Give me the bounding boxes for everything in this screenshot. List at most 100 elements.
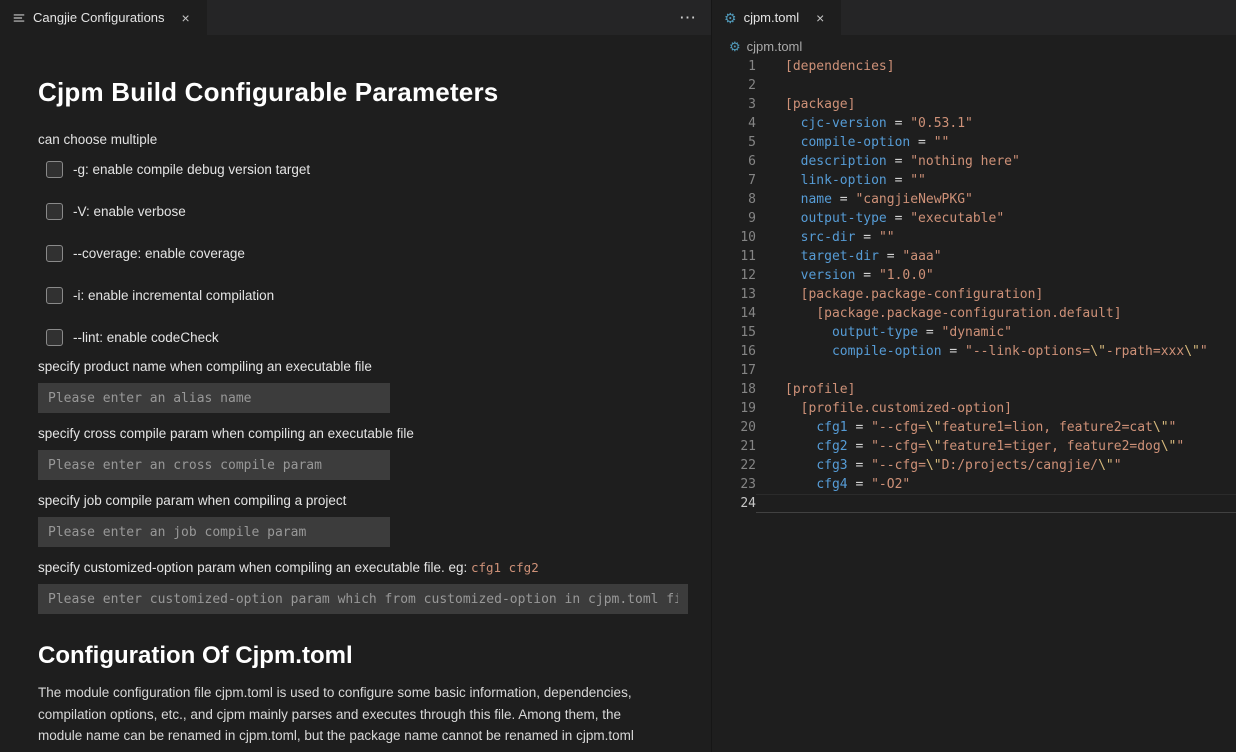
code-text: cfg2 = "--cfg=\"feature1=tiger, feature2…	[756, 437, 1236, 456]
code-text: description = "nothing here"	[756, 152, 1236, 171]
cangjie-configurations-webview: Cjpm Build Configurable Parameters can c…	[0, 35, 711, 752]
code-text: [dependencies]	[756, 57, 1236, 76]
code-line[interactable]: 24	[712, 494, 1236, 513]
line-number: 6	[712, 152, 756, 171]
field-list: specify product name when compiling an e…	[38, 359, 689, 614]
code-line[interactable]: 11 target-dir = "aaa"	[712, 247, 1236, 266]
tab-label: Cangjie Configurations	[33, 10, 165, 25]
close-icon[interactable]: ×	[811, 9, 829, 27]
code-line[interactable]: 3[package]	[712, 95, 1236, 114]
page-title: Cjpm Build Configurable Parameters	[38, 77, 689, 108]
code-text: name = "cangjieNewPKG"	[756, 190, 1236, 209]
gear-icon: ⚙	[724, 11, 737, 25]
code-editor[interactable]: 1[dependencies]23[package]4 cjc-version …	[712, 57, 1236, 752]
close-icon[interactable]: ×	[177, 9, 195, 27]
checkbox-row: --coverage: enable coverage	[46, 244, 689, 262]
code-text: compile-option = "--link-options=\"-rpat…	[756, 342, 1236, 361]
line-number: 13	[712, 285, 756, 304]
code-line[interactable]: 23 cfg4 = "-O2"	[712, 475, 1236, 494]
code-line[interactable]: 13 [package.package-configuration]	[712, 285, 1236, 304]
code-line[interactable]: 16 compile-option = "--link-options=\"-r…	[712, 342, 1236, 361]
checkbox-label: --coverage: enable coverage	[73, 246, 245, 261]
checkbox-list: -g: enable compile debug version target-…	[38, 160, 689, 346]
customized-option-input[interactable]	[38, 584, 688, 614]
left-tabbar: Cangjie Configurations × ⋯	[0, 0, 711, 35]
section-title: Configuration Of Cjpm.toml	[38, 642, 689, 670]
code-text: compile-option = ""	[756, 133, 1236, 152]
line-number: 11	[712, 247, 756, 266]
job-compile-input[interactable]	[38, 517, 390, 547]
product-name-input[interactable]	[38, 383, 390, 413]
breadcrumb[interactable]: ⚙ cjpm.toml	[712, 35, 1236, 57]
code-text: cfg3 = "--cfg=\"D:/projects/cangjie/\""	[756, 456, 1236, 475]
right-tabbar: ⚙ cjpm.toml ×	[712, 0, 1236, 35]
code-lines: 1[dependencies]23[package]4 cjc-version …	[712, 57, 1236, 513]
line-number: 7	[712, 171, 756, 190]
code-line[interactable]: 20 cfg1 = "--cfg=\"feature1=lion, featur…	[712, 418, 1236, 437]
checkbox-row: --lint: enable codeCheck	[46, 328, 689, 346]
code-text	[756, 76, 1236, 95]
breadcrumb-item[interactable]: cjpm.toml	[747, 39, 803, 54]
checkbox-lint[interactable]	[46, 329, 63, 346]
code-text: output-type = "dynamic"	[756, 323, 1236, 342]
inline-code: cfg1 cfg2	[471, 560, 539, 575]
line-number: 14	[712, 304, 756, 323]
multi-select-hint: can choose multiple	[38, 132, 689, 147]
line-number: 17	[712, 361, 756, 380]
code-text	[756, 494, 1236, 513]
line-number: 18	[712, 380, 756, 399]
code-line[interactable]: 12 version = "1.0.0"	[712, 266, 1236, 285]
line-number: 19	[712, 399, 756, 418]
code-line[interactable]: 9 output-type = "executable"	[712, 209, 1236, 228]
code-line[interactable]: 1[dependencies]	[712, 57, 1236, 76]
code-line[interactable]: 5 compile-option = ""	[712, 133, 1236, 152]
line-number: 24	[712, 494, 756, 513]
code-line[interactable]: 15 output-type = "dynamic"	[712, 323, 1236, 342]
line-number: 16	[712, 342, 756, 361]
checkbox-verbose[interactable]	[46, 203, 63, 220]
tab-cangjie-configurations[interactable]: Cangjie Configurations ×	[0, 0, 207, 35]
code-text: [package]	[756, 95, 1236, 114]
code-line[interactable]: 18[profile]	[712, 380, 1236, 399]
checkbox-coverage[interactable]	[46, 245, 63, 262]
code-line[interactable]: 7 link-option = ""	[712, 171, 1236, 190]
tab-cjpm-toml[interactable]: ⚙ cjpm.toml ×	[712, 0, 841, 35]
code-text: cfg4 = "-O2"	[756, 475, 1236, 494]
code-line[interactable]: 14 [package.package-configuration.defaul…	[712, 304, 1236, 323]
cross-compile-input[interactable]	[38, 450, 390, 480]
code-line[interactable]: 2	[712, 76, 1236, 95]
checkbox-row: -V: enable verbose	[46, 202, 689, 220]
code-line[interactable]: 22 cfg3 = "--cfg=\"D:/projects/cangjie/\…	[712, 456, 1236, 475]
code-text: [package.package-configuration.default]	[756, 304, 1236, 323]
line-number: 21	[712, 437, 756, 456]
code-line[interactable]: 19 [profile.customized-option]	[712, 399, 1236, 418]
field-label: specify product name when compiling an e…	[38, 359, 689, 374]
line-number: 20	[712, 418, 756, 437]
checkbox-g[interactable]	[46, 161, 63, 178]
checkbox-incremental[interactable]	[46, 287, 63, 304]
line-number: 22	[712, 456, 756, 475]
code-text: output-type = "executable"	[756, 209, 1236, 228]
more-actions-icon[interactable]: ⋯	[679, 8, 697, 28]
editor-actions: ⋯	[679, 0, 711, 35]
code-line[interactable]: 8 name = "cangjieNewPKG"	[712, 190, 1236, 209]
code-text: [profile]	[756, 380, 1236, 399]
field-label: specify cross compile param when compili…	[38, 426, 689, 441]
line-number: 5	[712, 133, 756, 152]
code-line[interactable]: 6 description = "nothing here"	[712, 152, 1236, 171]
line-number: 9	[712, 209, 756, 228]
line-number: 23	[712, 475, 756, 494]
section-body: The module configuration file cjpm.toml …	[38, 682, 656, 747]
checkbox-label: -V: enable verbose	[73, 204, 186, 219]
webview-icon	[12, 11, 26, 25]
field-label: specify customized-option param when com…	[38, 560, 689, 575]
editor-group-left: Cangjie Configurations × ⋯ Cjpm Build Co…	[0, 0, 711, 752]
code-line[interactable]: 10 src-dir = ""	[712, 228, 1236, 247]
code-line[interactable]: 4 cjc-version = "0.53.1"	[712, 114, 1236, 133]
code-text	[756, 361, 1236, 380]
line-number: 10	[712, 228, 756, 247]
line-number: 1	[712, 57, 756, 76]
code-line[interactable]: 17	[712, 361, 1236, 380]
code-text: cjc-version = "0.53.1"	[756, 114, 1236, 133]
code-line[interactable]: 21 cfg2 = "--cfg=\"feature1=tiger, featu…	[712, 437, 1236, 456]
